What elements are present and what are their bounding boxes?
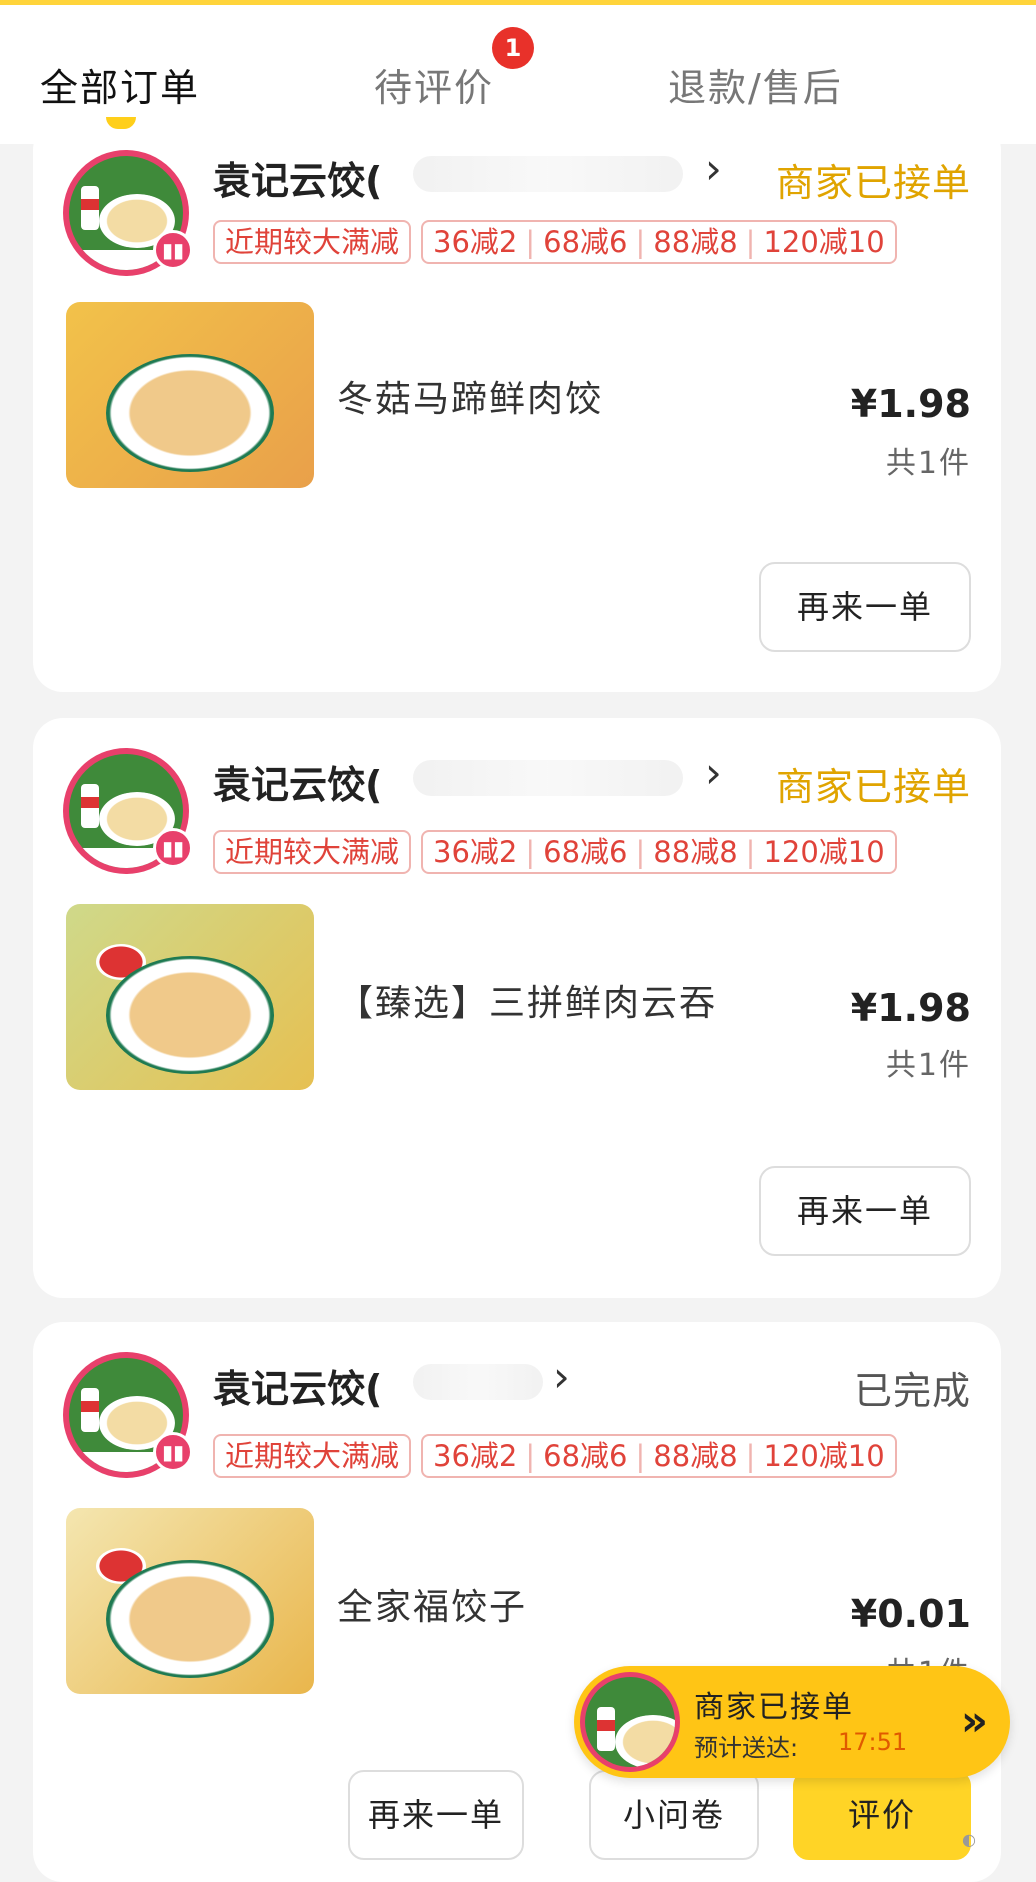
store-name[interactable]: 袁记云饺(: [213, 150, 382, 205]
order-status: 商家已接单: [775, 765, 971, 809]
item-thumbnail[interactable]: [66, 904, 314, 1090]
promo-item: 68减6: [543, 1439, 628, 1473]
eta-time: 17:51: [838, 1728, 908, 1756]
promo-label: 近期较大满减: [213, 1434, 412, 1478]
promo-item: 36减2: [433, 835, 518, 869]
store-badge-icon: ▮▮: [153, 1432, 193, 1472]
item-price: ¥1.98: [850, 382, 971, 426]
promo-item: 120减10: [763, 1439, 885, 1473]
item-name[interactable]: 冬菇马蹄鲜肉饺: [337, 370, 603, 422]
promo-label: 近期较大满减: [213, 220, 412, 264]
promo-thresholds: 36减2 | 68减6 | 88减8 | 120减10: [421, 220, 897, 264]
tab-pending-review[interactable]: 待评价: [374, 57, 494, 112]
promo-item: 68减6: [543, 835, 628, 869]
item-quantity: 共1件: [885, 1048, 971, 1083]
promo-item: 88减8: [653, 1439, 738, 1473]
tab-refund-aftersale[interactable]: 退款/售后: [668, 57, 843, 112]
store-name[interactable]: 袁记云饺(: [213, 754, 382, 809]
order-card[interactable]: ▮▮ 袁记云饺( › 已完成 近期较大满减 36减2 | 68减6 | 88减8 | …: [33, 1322, 1001, 1882]
store-badge-icon: ▮▮: [153, 230, 193, 270]
corner-watermark-icon: ◐: [962, 1830, 976, 1849]
item-thumbnail[interactable]: [66, 1508, 314, 1694]
store-logo: [580, 1672, 680, 1772]
order-status: 商家已接单: [775, 161, 971, 205]
floating-order-status[interactable]: 商家已接单 预计送达: 17:51 »: [574, 1666, 1010, 1778]
store-badge-icon: ▮▮: [153, 828, 193, 868]
item-name[interactable]: 全家福饺子: [337, 1578, 527, 1630]
item-price: ¥1.98: [850, 986, 971, 1030]
order-card[interactable]: ▮▮ 袁记云饺( › 商家已接单 近期较大满减 36减2 | 68减6 | 88减8…: [33, 120, 1001, 692]
promo-tags: 近期较大满减 36减2 | 68减6 | 88减8 | 120减10: [213, 220, 897, 264]
promo-thresholds: 36减2 | 68减6 | 88减8 | 120减10: [421, 1434, 897, 1478]
promo-item: 88减8: [653, 225, 738, 259]
reorder-button[interactable]: 再来一单: [348, 1770, 524, 1860]
survey-button[interactable]: 小问卷: [589, 1770, 759, 1860]
order-card[interactable]: ▮▮ 袁记云饺( › 商家已接单 近期较大满减 36减2 | 68减6 | 88减8…: [33, 718, 1001, 1298]
order-tabs: 全部订单 待评价 1 退款/售后: [0, 5, 1036, 144]
promo-item: 36减2: [433, 225, 518, 259]
promo-item: 120减10: [763, 225, 885, 259]
item-name[interactable]: 【臻选】三拼鲜肉云吞: [337, 974, 717, 1026]
promo-item: 120减10: [763, 835, 885, 869]
tab-all-orders[interactable]: 全部订单: [40, 57, 200, 112]
review-button[interactable]: 评价: [793, 1770, 971, 1860]
promo-thresholds: 36减2 | 68减6 | 88减8 | 120减10: [421, 830, 897, 874]
promo-item: 88减8: [653, 835, 738, 869]
promo-tags: 近期较大满减 36减2 | 68减6 | 88减8 | 120减10: [213, 830, 897, 874]
item-quantity: 共1件: [885, 446, 971, 481]
chevron-right-icon[interactable]: ›: [705, 748, 722, 797]
blurred-branch-name: [413, 1364, 543, 1400]
item-price: ¥0.01: [850, 1592, 971, 1636]
promo-item: 36减2: [433, 1439, 518, 1473]
reorder-button[interactable]: 再来一单: [759, 562, 971, 652]
item-thumbnail[interactable]: [66, 302, 314, 488]
promo-label: 近期较大满减: [213, 830, 412, 874]
eta-label: 预计送达:: [694, 1734, 799, 1762]
floating-status-title: 商家已接单: [694, 1690, 854, 1725]
order-status: 已完成: [853, 1369, 971, 1413]
promo-item: 68减6: [543, 225, 628, 259]
active-tab-indicator: [106, 117, 136, 129]
blurred-branch-name: [413, 156, 683, 192]
chevron-right-icon[interactable]: ›: [553, 1352, 570, 1401]
double-chevron-icon[interactable]: »: [961, 1696, 988, 1745]
pending-review-badge: 1: [492, 27, 534, 69]
reorder-button[interactable]: 再来一单: [759, 1166, 971, 1256]
promo-tags: 近期较大满减 36减2 | 68减6 | 88减8 | 120减10: [213, 1434, 897, 1478]
blurred-branch-name: [413, 760, 683, 796]
store-name[interactable]: 袁记云饺(: [213, 1358, 382, 1413]
chevron-right-icon[interactable]: ›: [705, 144, 722, 193]
